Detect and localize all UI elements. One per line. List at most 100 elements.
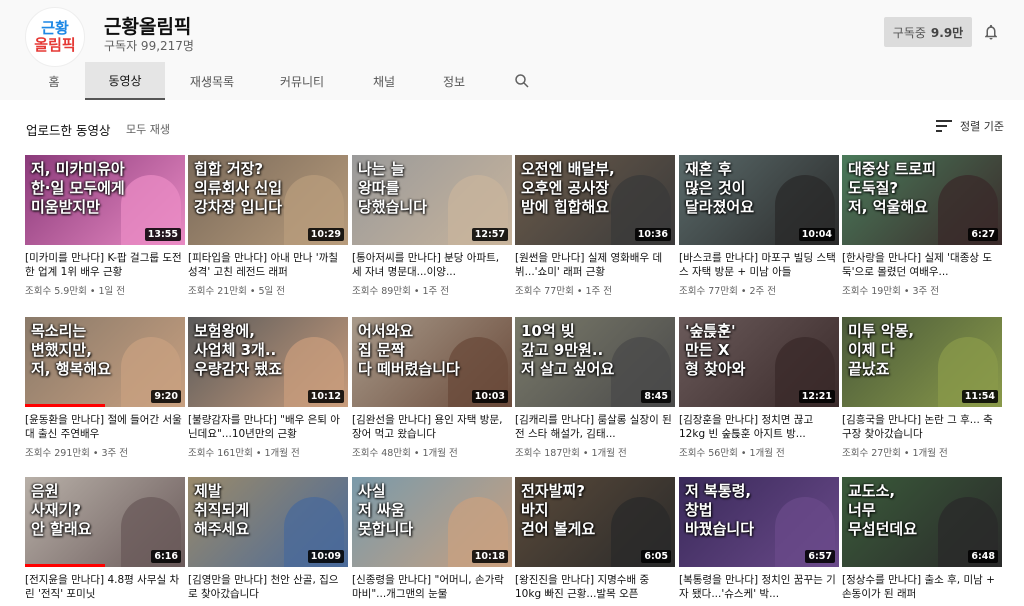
video-thumbnail[interactable]: 재혼 후 많은 것이 달라졌어요 10:04: [679, 155, 839, 245]
video-title[interactable]: [복통령을 만나다] 정치인 꿈꾸는 기자 됐다...'슈스케' 박...: [679, 573, 839, 601]
subscribe-label: 구독중: [892, 25, 926, 40]
video-thumbnail[interactable]: 미투 악몽, 이제 다 끝났죠 11:54: [842, 317, 1002, 407]
video-title[interactable]: [왕진진을 만나다] 지명수배 중 10kg 빠진 근황...발목 오픈: [515, 573, 675, 601]
video-card[interactable]: 미투 악몽, 이제 다 끝났죠 11:54 [김흥국을 만나다] 논란 그 후...…: [842, 317, 1002, 459]
video-title[interactable]: [윤동환을 만나다] 절에 들어간 서울대 출신 주연배우: [25, 413, 185, 441]
video-thumbnail[interactable]: '숲튽훈' 만든 X 형 찾아와 12:21: [679, 317, 839, 407]
video-duration: 10:36: [634, 228, 671, 241]
video-title[interactable]: [정상수를 만나다] 출소 후, 미남 + 손동이가 된 래퍼: [842, 573, 1002, 601]
video-meta: 조회수 291만회 • 3주 전: [25, 448, 129, 459]
video-meta: 조회수 5.9만회 • 1일 전: [25, 286, 126, 297]
sort-button[interactable]: 정렬 기준: [936, 118, 1004, 134]
bell-icon[interactable]: [982, 23, 1000, 41]
video-card[interactable]: 오전엔 배달부, 오후엔 공사장 밤에 힙합해요 10:36 [원썬을 만나다] 실…: [515, 155, 675, 297]
video-thumbnail[interactable]: 보험왕에, 사업체 3개.. 우량감자 됐죠 10:12: [188, 317, 348, 407]
video-card[interactable]: 대중상 트로피 도둑질? 저, 억울해요 6:27 [한사랑을 만나다] 실제 '대…: [842, 155, 1002, 297]
video-title[interactable]: [김완선을 만나다] 용인 자택 방문, 장어 먹고 왔습니다: [352, 413, 512, 441]
video-title[interactable]: [통아저씨를 만나다] 분당 아파트, 세 자녀 명문대...이양...: [352, 251, 512, 279]
video-thumbnail[interactable]: 힙합 거장? 의류회사 신입 강차장 입니다 10:29: [188, 155, 348, 245]
video-duration: 10:18: [471, 550, 508, 563]
video-thumbnail[interactable]: 저 복통령, 창법 바꿨습니다 6:57: [679, 477, 839, 567]
video-thumbnail[interactable]: 음원 사재기? 안 할래요 6:16: [25, 477, 185, 567]
thumbnail-caption: 전자발찌? 바지 걷어 볼게요: [521, 482, 596, 538]
video-card[interactable]: 나는 늘 왕따를 당했습니다 12:57 [통아저씨를 만나다] 분당 아파트, 세…: [352, 155, 512, 297]
thumbnail-caption: 힙합 거장? 의류회사 신입 강차장 입니다: [194, 160, 283, 216]
video-card[interactable]: '숲튽훈' 만든 X 형 찾아와 12:21 [김장훈을 만나다] 정치면 끊고 1…: [679, 317, 839, 459]
video-duration: 6:27: [968, 228, 998, 241]
video-card[interactable]: 저 복통령, 창법 바꿨습니다 6:57 [복통령을 만나다] 정치인 꿈꾸는 기자…: [679, 477, 839, 605]
thumbnail-caption: 사실 저 싸움 못합니다: [358, 482, 414, 538]
thumbnail-caption: 나는 늘 왕따를 당했습니다: [358, 160, 428, 216]
video-title[interactable]: [피타입을 만나다] 아내 만나 '까칠 성격' 고친 레전드 래퍼: [188, 251, 348, 279]
video-title[interactable]: [불량감자를 만나다] "배우 은퇴 아닌데요"...10년만의 근황: [188, 413, 348, 441]
video-meta: 조회수 21만회 • 5일 전: [188, 286, 285, 297]
video-card[interactable]: 제발 취직되게 해주세요 10:09 [김영만을 만나다] 천안 산골, 집으로 찾…: [188, 477, 348, 605]
video-duration: 12:21: [798, 390, 835, 403]
video-title[interactable]: [신종령을 만나다] "어머니, 손가락 마비"...개그맨의 눈물: [352, 573, 512, 601]
video-duration: 11:54: [961, 390, 998, 403]
video-card[interactable]: 힙합 거장? 의류회사 신입 강차장 입니다 10:29 [피타입을 만나다] 아내…: [188, 155, 348, 297]
video-thumbnail[interactable]: 제발 취직되게 해주세요 10:09: [188, 477, 348, 567]
video-thumbnail[interactable]: 목소리는 변했지만, 저, 행복해요 9:20: [25, 317, 185, 407]
video-thumbnail[interactable]: 오전엔 배달부, 오후엔 공사장 밤에 힙합해요 10:36: [515, 155, 675, 245]
tab-channels[interactable]: 채널: [358, 62, 410, 100]
thumbnail-caption: 저, 미카미유아 한·일 모두에게 미움받지만: [31, 160, 125, 216]
play-all-link[interactable]: 모두 재생: [126, 121, 170, 137]
video-title[interactable]: [한사랑을 만나다] 실제 '대종상 도둑'으로 몰렸던 여배우...: [842, 251, 1002, 279]
video-card[interactable]: 어서와요 집 문짝 다 떼버렸습니다 10:03 [김완선을 만나다] 용인 자택 …: [352, 317, 512, 459]
video-thumbnail[interactable]: 사실 저 싸움 못합니다 10:18: [352, 477, 512, 567]
videos-section: 업로드한 동영상 모두 재생 정렬 기준 저, 미카미유아 한·일 모두에게 미…: [0, 100, 1024, 606]
thumbnail-caption: '숲튽훈' 만든 X 형 찾아와: [685, 322, 746, 378]
video-title[interactable]: [바스코를 만나다] 마포구 빌딩 스택스 자택 방문 + 미남 아들: [679, 251, 839, 279]
video-meta: 조회수 161만회 • 1개월 전: [188, 448, 300, 459]
video-card[interactable]: 재혼 후 많은 것이 달라졌어요 10:04 [바스코를 만나다] 마포구 빌딩 스…: [679, 155, 839, 297]
thumbnail-caption: 10억 빚 갚고 9만원.. 저 살고 싶어요: [521, 322, 615, 378]
video-title[interactable]: [김영만을 만나다] 천안 산골, 집으로 찾아갔습니다: [188, 573, 348, 601]
video-meta: 조회수 56만회 • 1개월 전: [679, 448, 785, 459]
video-title[interactable]: [미카미를 만나다] K-팝 걸그룹 도전한 업계 1위 배우 근황: [25, 251, 185, 279]
shelf-title: 업로드한 동영상: [26, 123, 111, 138]
video-card[interactable]: 목소리는 변했지만, 저, 행복해요 9:20 [윤동환을 만나다] 절에 들어간 …: [25, 317, 185, 459]
video-thumbnail[interactable]: 대중상 트로피 도둑질? 저, 억울해요 6:27: [842, 155, 1002, 245]
video-card[interactable]: 교도소, 너무 무섭던데요 6:48 [정상수를 만나다] 출소 후, 미남 + 손…: [842, 477, 1002, 605]
video-title[interactable]: [원썬을 만나다] 실제 영화배우 데뷔...'쇼미' 래퍼 근황: [515, 251, 675, 279]
video-thumbnail[interactable]: 교도소, 너무 무섭던데요 6:48: [842, 477, 1002, 567]
thumbnail-caption: 저 복통령, 창법 바꿨습니다: [685, 482, 755, 538]
video-card[interactable]: 보험왕에, 사업체 3개.. 우량감자 됐죠 10:12 [불량감자를 만나다] "…: [188, 317, 348, 459]
tab-videos[interactable]: 동영상: [85, 62, 165, 100]
video-title[interactable]: [김흥국을 만나다] 논란 그 후... 축구장 찾아갔습니다: [842, 413, 1002, 441]
channel-name: 근황올림픽: [104, 16, 192, 38]
search-icon[interactable]: [513, 72, 531, 90]
video-duration: 9:20: [151, 390, 181, 403]
thumbnail-caption: 교도소, 너무 무섭던데요: [848, 482, 918, 538]
video-card[interactable]: 저, 미카미유아 한·일 모두에게 미움받지만 13:55 [미카미를 만나다] K…: [25, 155, 185, 297]
video-title[interactable]: [김장훈을 만나다] 정치면 끊고 12kg 빈 숲튽훈 아지트 방...: [679, 413, 839, 441]
video-card[interactable]: 음원 사재기? 안 할래요 6:16 [전지윤을 만나다] 4.8평 사무실 차린 …: [25, 477, 185, 605]
thumbnail-caption: 목소리는 변했지만, 저, 행복해요: [31, 322, 111, 378]
sort-icon: [936, 120, 952, 132]
video-thumbnail[interactable]: 전자발찌? 바지 걷어 볼게요 6:05: [515, 477, 675, 567]
video-card[interactable]: 전자발찌? 바지 걷어 볼게요 6:05 [왕진진을 만나다] 지명수배 중 10k…: [515, 477, 675, 605]
video-card[interactable]: 10억 빚 갚고 9만원.. 저 살고 싶어요 8:45 [김캐리를 만나다] 룸살…: [515, 317, 675, 459]
tab-about[interactable]: 정보: [430, 62, 478, 100]
video-meta: 조회수 77만회 • 1주 전: [515, 286, 612, 297]
video-title[interactable]: [김캐리를 만나다] 룸살롱 실장이 된 전 스타 해설가, 김태...: [515, 413, 675, 441]
channel-header: 근황 올림픽 근황올림픽 구독자 99,217명 구독중 9.9만 홈 동영상 …: [0, 0, 1024, 100]
video-meta: 조회수 89만회 • 1주 전: [352, 286, 449, 297]
video-duration: 10:12: [307, 390, 344, 403]
video-duration: 12:57: [471, 228, 508, 241]
subscribe-count: 9.9만: [930, 25, 964, 40]
channel-avatar[interactable]: 근황 올림픽: [25, 7, 85, 67]
video-thumbnail[interactable]: 10억 빚 갚고 9만원.. 저 살고 싶어요 8:45: [515, 317, 675, 407]
video-thumbnail[interactable]: 저, 미카미유아 한·일 모두에게 미움받지만 13:55: [25, 155, 185, 245]
video-duration: 6:57: [805, 550, 835, 563]
subscribe-button[interactable]: 구독중 9.9만: [884, 17, 972, 47]
video-meta: 조회수 187만회 • 1개월 전: [515, 448, 627, 459]
video-card[interactable]: 사실 저 싸움 못합니다 10:18 [신종령을 만나다] "어머니, 손가락 마비…: [352, 477, 512, 605]
video-thumbnail[interactable]: 나는 늘 왕따를 당했습니다 12:57: [352, 155, 512, 245]
video-thumbnail[interactable]: 어서와요 집 문짝 다 떼버렸습니다 10:03: [352, 317, 512, 407]
tab-playlists[interactable]: 재생목록: [174, 62, 250, 100]
video-title[interactable]: [전지윤을 만나다] 4.8평 사무실 차린 '전직' 포미닛: [25, 573, 185, 601]
tab-community[interactable]: 커뮤니티: [262, 62, 342, 100]
tab-home[interactable]: 홈: [32, 62, 76, 100]
